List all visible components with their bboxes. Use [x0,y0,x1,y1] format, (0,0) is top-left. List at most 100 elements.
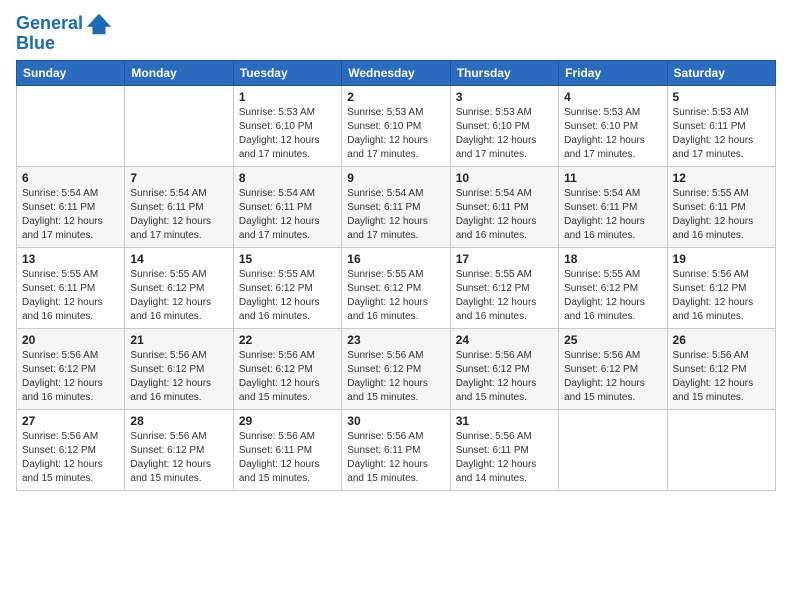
week-row-2: 13 Sunrise: 5:55 AM Sunset: 6:11 PM Dayli… [17,247,776,328]
day-number: 19 [673,252,770,266]
calendar-cell: 17 Sunrise: 5:55 AM Sunset: 6:12 PM Dayli… [450,247,558,328]
calendar-cell: 31 Sunrise: 5:56 AM Sunset: 6:11 PM Dayli… [450,409,558,490]
calendar-cell: 25Sunrise: 5:56 AM Sunset: 6:12 PM Dayli… [559,328,667,409]
day-info: Sunrise: 5:54 AM Sunset: 6:11 PM Dayligh… [456,187,553,243]
calendar-cell: 15 Sunrise: 5:55 AM Sunset: 6:12 PM Dayli… [233,247,341,328]
calendar-cell [17,85,125,166]
calendar-cell: 26 Sunrise: 5:56 AM Sunset: 6:12 PM Dayli… [667,328,775,409]
day-info: Sunrise: 5:56 AM Sunset: 6:11 PM Dayligh… [347,430,444,486]
calendar-cell: 9 Sunrise: 5:54 AM Sunset: 6:11 PM Daylig… [342,166,450,247]
day-info: Sunrise: 5:54 AM Sunset: 6:11 PM Dayligh… [130,187,227,243]
day-info: Sunrise: 5:54 AM Sunset: 6:11 PM Dayligh… [22,187,119,243]
day-number: 11 [564,171,661,185]
day-info: Sunrise: 5:56 AM Sunset: 6:12 PM Dayligh… [673,268,770,324]
calendar-cell: 3 Sunrise: 5:53 AM Sunset: 6:10 PM Daylig… [450,85,558,166]
calendar-cell: 14 Sunrise: 5:55 AM Sunset: 6:12 PM Dayli… [125,247,233,328]
day-number: 9 [347,171,444,185]
weekday-header-friday: Friday [559,60,667,85]
calendar-cell: 29 Sunrise: 5:56 AM Sunset: 6:11 PM Dayli… [233,409,341,490]
day-info: Sunrise: 5:54 AM Sunset: 6:11 PM Dayligh… [239,187,336,243]
day-info: Sunrise: 5:53 AM Sunset: 6:11 PM Dayligh… [673,106,770,162]
day-number: 31 [456,414,553,428]
calendar-cell: 19 Sunrise: 5:56 AM Sunset: 6:12 PM Dayli… [667,247,775,328]
calendar-cell: 24 Sunrise: 5:56 AM Sunset: 6:12 PM Dayli… [450,328,558,409]
day-info: Sunrise: 5:56 AM Sunset: 6:11 PM Dayligh… [456,430,553,486]
calendar-cell: 8 Sunrise: 5:54 AM Sunset: 6:11 PM Daylig… [233,166,341,247]
calendar-cell [125,85,233,166]
day-number: 13 [22,252,119,266]
day-number: 4 [564,90,661,104]
day-info: Sunrise: 5:55 AM Sunset: 6:12 PM Dayligh… [130,268,227,324]
weekday-header-row: SundayMondayTuesdayWednesdayThursdayFrid… [17,60,776,85]
day-info: Sunrise: 5:53 AM Sunset: 6:10 PM Dayligh… [456,106,553,162]
calendar-cell: 18Sunrise: 5:55 AM Sunset: 6:12 PM Dayli… [559,247,667,328]
day-info: Sunrise: 5:55 AM Sunset: 6:12 PM Dayligh… [456,268,553,324]
day-info: Sunrise: 5:56 AM Sunset: 6:12 PM Dayligh… [347,349,444,405]
calendar-cell: 30 Sunrise: 5:56 AM Sunset: 6:11 PM Dayli… [342,409,450,490]
calendar-cell: 28 Sunrise: 5:56 AM Sunset: 6:12 PM Dayli… [125,409,233,490]
day-number: 25 [564,333,661,347]
day-info: Sunrise: 5:56 AM Sunset: 6:12 PM Dayligh… [130,349,227,405]
week-row-1: 6 Sunrise: 5:54 AM Sunset: 6:11 PM Daylig… [17,166,776,247]
week-row-3: 20 Sunrise: 5:56 AM Sunset: 6:12 PM Dayli… [17,328,776,409]
day-number: 28 [130,414,227,428]
day-number: 26 [673,333,770,347]
logo-icon [85,10,113,38]
day-number: 21 [130,333,227,347]
logo-text: General [16,14,83,34]
day-number: 2 [347,90,444,104]
day-info: Sunrise: 5:55 AM Sunset: 6:11 PM Dayligh… [22,268,119,324]
calendar-cell: 23Sunrise: 5:56 AM Sunset: 6:12 PM Dayli… [342,328,450,409]
day-number: 15 [239,252,336,266]
calendar-cell [667,409,775,490]
day-number: 8 [239,171,336,185]
weekday-header-tuesday: Tuesday [233,60,341,85]
day-info: Sunrise: 5:56 AM Sunset: 6:12 PM Dayligh… [239,349,336,405]
day-info: Sunrise: 5:55 AM Sunset: 6:12 PM Dayligh… [239,268,336,324]
day-number: 27 [22,414,119,428]
day-number: 20 [22,333,119,347]
week-row-4: 27 Sunrise: 5:56 AM Sunset: 6:12 PM Dayli… [17,409,776,490]
day-number: 14 [130,252,227,266]
calendar-cell: 11 Sunrise: 5:54 AM Sunset: 6:11 PM Dayli… [559,166,667,247]
page: General Blue SundayMondayTuesdayWednesda… [0,0,792,612]
day-info: Sunrise: 5:55 AM Sunset: 6:12 PM Dayligh… [347,268,444,324]
weekday-header-monday: Monday [125,60,233,85]
day-info: Sunrise: 5:56 AM Sunset: 6:12 PM Dayligh… [130,430,227,486]
day-number: 3 [456,90,553,104]
day-info: Sunrise: 5:54 AM Sunset: 6:11 PM Dayligh… [564,187,661,243]
day-info: Sunrise: 5:53 AM Sunset: 6:10 PM Dayligh… [564,106,661,162]
day-info: Sunrise: 5:56 AM Sunset: 6:12 PM Dayligh… [456,349,553,405]
logo: General Blue [16,10,113,54]
logo-blue-text: Blue [16,34,55,54]
weekday-header-saturday: Saturday [667,60,775,85]
day-number: 6 [22,171,119,185]
day-info: Sunrise: 5:53 AM Sunset: 6:10 PM Dayligh… [239,106,336,162]
day-info: Sunrise: 5:56 AM Sunset: 6:12 PM Dayligh… [673,349,770,405]
day-number: 29 [239,414,336,428]
day-number: 24 [456,333,553,347]
calendar-cell [559,409,667,490]
day-info: Sunrise: 5:56 AM Sunset: 6:12 PM Dayligh… [22,349,119,405]
calendar-cell: 5 Sunrise: 5:53 AM Sunset: 6:11 PM Daylig… [667,85,775,166]
day-info: Sunrise: 5:56 AM Sunset: 6:11 PM Dayligh… [239,430,336,486]
day-number: 17 [456,252,553,266]
day-number: 10 [456,171,553,185]
calendar-cell: 20 Sunrise: 5:56 AM Sunset: 6:12 PM Dayli… [17,328,125,409]
calendar-cell: 4 Sunrise: 5:53 AM Sunset: 6:10 PM Daylig… [559,85,667,166]
day-number: 30 [347,414,444,428]
calendar-cell: 22Sunrise: 5:56 AM Sunset: 6:12 PM Dayli… [233,328,341,409]
calendar-table: SundayMondayTuesdayWednesdayThursdayFrid… [16,60,776,491]
day-number: 1 [239,90,336,104]
day-info: Sunrise: 5:53 AM Sunset: 6:10 PM Dayligh… [347,106,444,162]
calendar-cell: 10 Sunrise: 5:54 AM Sunset: 6:11 PM Dayli… [450,166,558,247]
weekday-header-thursday: Thursday [450,60,558,85]
day-number: 5 [673,90,770,104]
weekday-header-sunday: Sunday [17,60,125,85]
day-info: Sunrise: 5:54 AM Sunset: 6:11 PM Dayligh… [347,187,444,243]
day-info: Sunrise: 5:55 AM Sunset: 6:12 PM Dayligh… [564,268,661,324]
calendar-cell: 21 Sunrise: 5:56 AM Sunset: 6:12 PM Dayli… [125,328,233,409]
calendar-cell: 27Sunrise: 5:56 AM Sunset: 6:12 PM Dayli… [17,409,125,490]
day-number: 12 [673,171,770,185]
calendar-cell: 1 Sunrise: 5:53 AM Sunset: 6:10 PM Daylig… [233,85,341,166]
